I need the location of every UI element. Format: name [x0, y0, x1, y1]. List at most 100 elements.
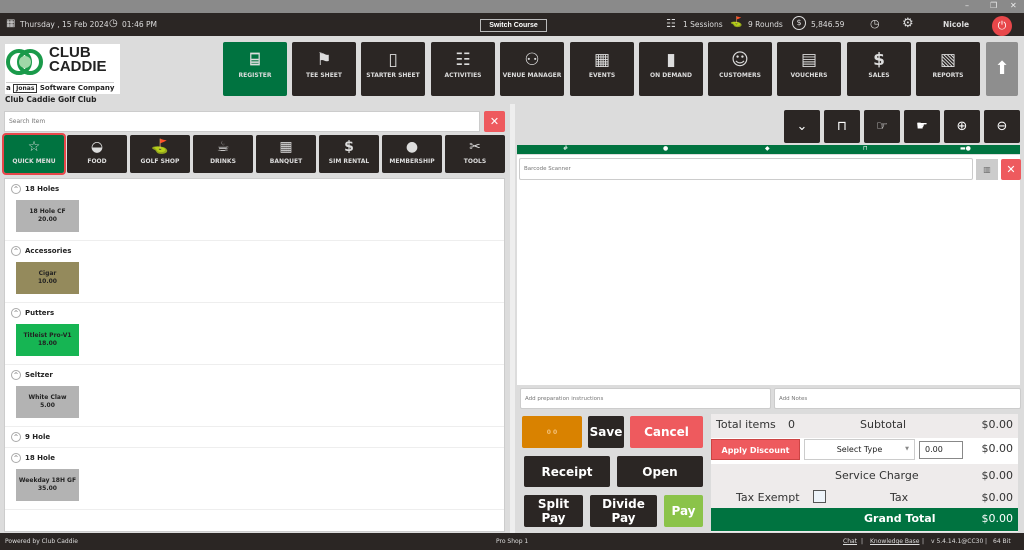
grand-total-label: Grand Total — [864, 512, 936, 525]
category-banquet[interactable]: ▦ BANQUET — [256, 135, 316, 173]
save-button[interactable]: Save — [588, 416, 624, 448]
item-group: ^ 9 Hole — [5, 427, 504, 448]
category-food[interactable]: ◒ FOOD — [67, 135, 127, 173]
menu-item-button[interactable]: Titleist Pro-V1 18.00 — [16, 324, 79, 356]
nav-starter-sheet[interactable]: ▯ STARTER SHEET — [361, 42, 425, 96]
group-header[interactable]: ^ 9 Hole — [11, 431, 498, 443]
group-title: 18 Holes — [25, 185, 60, 193]
category-sim-rental[interactable]: $ SIM RENTAL — [319, 135, 379, 173]
nav-label: STARTER SHEET — [366, 72, 420, 79]
chevron-down-icon[interactable]: ⌄ — [784, 110, 820, 143]
close-window-button[interactable]: ✕ — [1010, 1, 1017, 10]
nav-label: TEE SHEET — [305, 72, 342, 79]
nav-customers[interactable]: ☺ CUSTOMERS — [708, 42, 772, 96]
gear-icon[interactable]: ⚙ — [902, 16, 914, 31]
power-icon[interactable]: ⏻ — [992, 16, 1012, 36]
restore-button[interactable]: ❐ — [990, 1, 997, 10]
category-tools[interactable]: ✂ TOOLS — [445, 135, 505, 173]
discount-value-input[interactable]: 0.00 — [919, 441, 963, 459]
apply-discount-button[interactable]: Apply Discount — [711, 439, 800, 460]
barcode-icon[interactable]: ▥ — [976, 159, 998, 180]
chevron-up-icon[interactable]: ^ — [11, 370, 21, 380]
nav-vouchers[interactable]: ▤ VOUCHERS — [777, 42, 841, 96]
item-price: 10.00 — [38, 278, 57, 285]
nav-tee-sheet[interactable]: ⚑ TEE SHEET — [292, 42, 356, 96]
group-header[interactable]: ^ 18 Hole — [11, 452, 498, 464]
menu-item-button[interactable]: Cigar 10.00 — [16, 262, 79, 294]
calendar-icon: ▦ — [6, 18, 16, 29]
nav-sales[interactable]: $ SALES — [847, 42, 911, 96]
group-header[interactable]: ^ 18 Holes — [11, 183, 498, 195]
knowledge-base-link[interactable]: Knowledge Base — [870, 538, 920, 545]
group-header[interactable]: ^ Seltzer — [11, 369, 498, 381]
tax-exempt-checkbox[interactable] — [813, 490, 826, 503]
preparation-instructions-input[interactable] — [520, 388, 771, 409]
group-header[interactable]: ^ Accessories — [11, 245, 498, 257]
card-person-icon: ▬● — [960, 145, 971, 152]
notes-input[interactable] — [774, 388, 1021, 409]
cancel-button[interactable]: Cancel — [630, 416, 703, 448]
menu-item-button[interactable]: 18 Hole CF 20.00 — [16, 200, 79, 232]
category-drinks[interactable]: ☕ DRINKS — [193, 135, 253, 173]
dollar-icon: $ — [792, 16, 806, 30]
discount-type-select[interactable]: Select Type ▼ — [804, 439, 915, 460]
nav-events[interactable]: ▦ EVENTS — [570, 42, 634, 96]
open-button[interactable]: Open — [617, 456, 703, 487]
minus-circle-icon[interactable]: ⊖ — [984, 110, 1020, 143]
clear-barcode-button[interactable]: ✕ — [1001, 159, 1021, 180]
touch-hand-icon[interactable]: ☞ — [864, 110, 900, 143]
grand-total-value: $0.00 — [981, 512, 1014, 525]
chat-link[interactable]: Chat — [843, 538, 857, 545]
panel-divider[interactable] — [510, 104, 515, 534]
nav-on-demand[interactable]: ▮ ON DEMAND — [639, 42, 703, 96]
divide-pay-button[interactable]: Divide Pay — [590, 495, 657, 527]
group-title: Accessories — [25, 247, 72, 255]
chevron-up-icon[interactable]: ^ — [11, 246, 21, 256]
scroll-up-button[interactable]: ⬆ — [986, 42, 1018, 96]
chevron-up-icon[interactable]: ^ — [11, 432, 21, 442]
item-name: Cigar — [38, 270, 57, 277]
group-header[interactable]: ^ Putters — [11, 307, 498, 319]
logo-text: a — [6, 84, 11, 92]
category-golf-shop[interactable]: ⛳ GOLF SHOP — [130, 135, 190, 173]
category-membership[interactable]: ● MEMBERSHIP — [382, 135, 442, 173]
nav-register[interactable]: ⌸ REGISTER — [223, 42, 287, 96]
menu-item-button[interactable]: White Claw 5.00 — [16, 386, 79, 418]
split-pay-button[interactable]: Split Pay — [524, 495, 583, 527]
nav-reports[interactable]: ▧ REPORTS — [916, 42, 980, 96]
current-time: 01:46 PM — [122, 20, 157, 29]
rounds-count[interactable]: 9 Rounds — [748, 20, 783, 29]
nav-activities[interactable]: ☷ ACTIVITIES — [431, 42, 495, 96]
item-group: ^ Seltzer White Claw 5.00 — [5, 365, 504, 427]
dropdown-arrow-icon: ▼ — [905, 446, 909, 452]
order-counter[interactable]: 0 0 — [522, 416, 582, 448]
top-bar: ▦ Thursday , 15 Feb 2024 ◷ 01:46 PM Swit… — [0, 13, 1024, 36]
user-name[interactable]: Nicole — [943, 20, 969, 29]
category-quick-menu[interactable]: ☆ QUICK MENU — [2, 133, 66, 175]
chevron-up-icon[interactable]: ^ — [11, 453, 21, 463]
plus-circle-icon[interactable]: ⊕ — [944, 110, 980, 143]
clear-search-button[interactable]: ✕ — [484, 111, 505, 132]
logo-text: Jonas — [13, 84, 38, 93]
switch-course-button[interactable]: Switch Course — [480, 19, 547, 32]
menu-item-button[interactable]: Weekday 18H GF 35.00 — [16, 469, 79, 501]
barcode-scanner-input[interactable] — [519, 158, 973, 180]
category-label: MEMBERSHIP — [389, 158, 435, 165]
hand-card-icon[interactable]: ☛ — [904, 110, 940, 143]
clock-history-icon[interactable]: ◷ — [870, 17, 880, 30]
search-item-input[interactable] — [4, 111, 480, 132]
club-name: Club Caddie Golf Club — [5, 95, 97, 104]
sessions-count[interactable]: 1 Sessions — [683, 20, 723, 29]
golf-rounds-icon: ⛳ — [730, 17, 743, 28]
chevron-up-icon[interactable]: ^ — [11, 184, 21, 194]
person-icon: ● — [405, 139, 419, 155]
balance-amount[interactable]: 5,846.59 — [811, 20, 844, 29]
nav-venue-manager[interactable]: ⚇ VENUE MANAGER — [500, 42, 564, 96]
chevron-up-icon[interactable]: ^ — [11, 308, 21, 318]
golf-flag-icon: ⛳ — [151, 139, 169, 155]
minimize-button[interactable]: – — [965, 1, 969, 10]
receipt-button[interactable]: Receipt — [524, 456, 610, 487]
pay-button[interactable]: Pay — [664, 495, 703, 527]
table-icon[interactable]: ⊓ — [824, 110, 860, 143]
total-items-label: Total items — [716, 418, 776, 431]
